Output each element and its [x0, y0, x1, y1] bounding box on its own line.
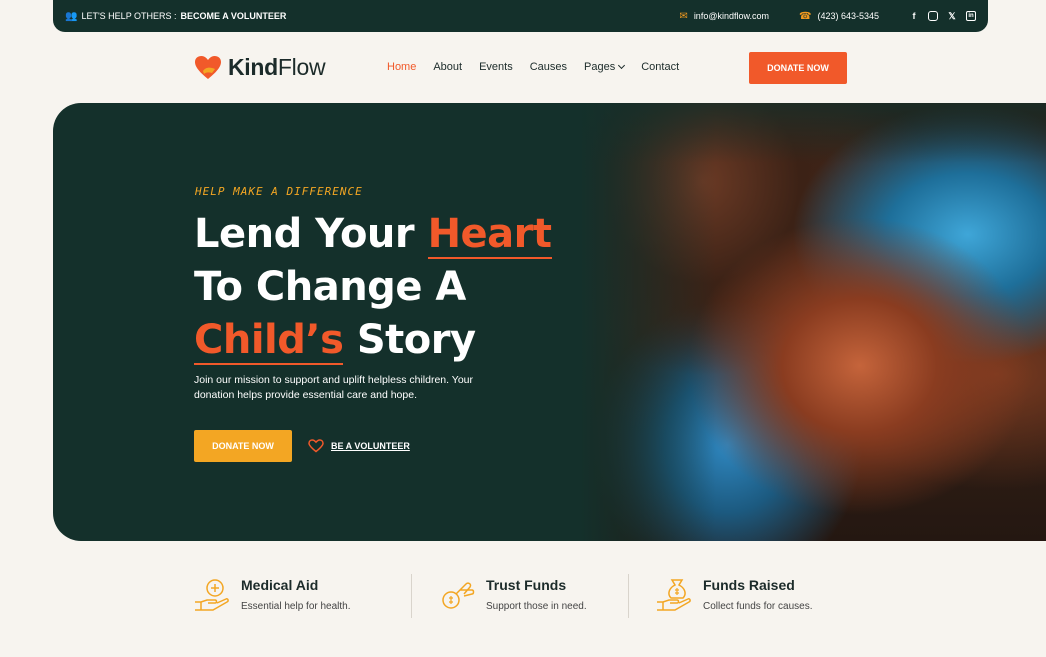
brand-name: KindFlow: [228, 54, 326, 81]
brand-name-light: Flow: [277, 54, 326, 80]
linkedin-icon[interactable]: in: [966, 11, 976, 21]
headline-heart: Heart: [427, 211, 552, 259]
nav-contact[interactable]: Contact: [641, 61, 679, 73]
callout-text: LET'S HELP OTHERS :: [81, 11, 177, 21]
nav-causes[interactable]: Causes: [530, 61, 567, 73]
be-volunteer-label: BE A VOLUNTEER: [331, 441, 410, 451]
feature-title: Medical Aid: [241, 577, 319, 593]
feature-medical-aid: Medical Aid Essential help for health.: [193, 572, 351, 614]
nav-home[interactable]: Home: [387, 61, 416, 73]
donate-now-button[interactable]: DONATE NOW: [749, 52, 847, 84]
headline-childs: Child’s: [194, 317, 344, 365]
chevron-down-icon: [618, 61, 626, 70]
hero-fade-top-overlay: [556, 103, 1046, 163]
instagram-icon[interactable]: [928, 11, 938, 21]
feature-subtitle: Collect funds for causes.: [703, 601, 813, 612]
heart-outline-icon: [308, 439, 324, 453]
email-contact[interactable]: ✉ info@kindflow.com: [679, 11, 769, 22]
social-links: f 𝕏 in: [909, 11, 976, 21]
feature-trust-funds: Trust Funds Support those in need.: [438, 572, 587, 614]
nav-about[interactable]: About: [433, 61, 462, 73]
volunteer-callout[interactable]: 👥 LET'S HELP OTHERS : BECOME A VOLUNTEER: [65, 11, 286, 22]
headline-line2: To Change A: [194, 264, 466, 310]
funds-raised-icon: [657, 579, 691, 611]
feature-title: Trust Funds: [486, 577, 567, 593]
main-nav: Home About Events Causes Pages Contact: [387, 61, 679, 73]
nav-pages[interactable]: Pages: [584, 61, 626, 73]
feature-subtitle: Support those in need.: [486, 601, 587, 612]
phone-text[interactable]: (423) 643-5345: [817, 11, 879, 21]
hero-description: Join our mission to support and uplift h…: [194, 374, 473, 401]
hero-kicker: HELP MAKE A DIFFERENCE: [195, 185, 363, 198]
be-volunteer-link[interactable]: BE A VOLUNTEER: [308, 439, 410, 453]
site-logo[interactable]: KindFlow: [194, 54, 326, 81]
nav-pages-label: Pages: [584, 61, 616, 73]
brand-name-bold: Kind: [228, 54, 278, 80]
phone-icon: ☎: [798, 10, 812, 22]
feature-subtitle: Essential help for health.: [241, 601, 351, 612]
hero-headline: Lend Your Heart To Change A Child’s Stor…: [194, 208, 552, 367]
headline-line1: Lend Your: [194, 211, 428, 257]
trust-funds-icon: [442, 582, 475, 609]
heart-logo-icon: [195, 55, 221, 79]
hero-fade-overlay: [556, 103, 716, 541]
headline-story: Story: [343, 317, 476, 363]
x-icon[interactable]: 𝕏: [947, 11, 957, 21]
hero-section: HELP MAKE A DIFFERENCE Lend Your Heart T…: [53, 103, 1046, 541]
feature-divider: [411, 574, 412, 618]
medical-aid-icon: [195, 579, 229, 611]
nav-events[interactable]: Events: [479, 61, 513, 73]
callout-link[interactable]: BECOME A VOLUNTEER: [181, 11, 287, 21]
features-row: Medical Aid Essential help for health. T…: [193, 572, 843, 620]
feature-title: Funds Raised: [703, 577, 795, 593]
feature-funds-raised: Funds Raised Collect funds for causes.: [655, 572, 813, 614]
hero-donate-button[interactable]: DONATE NOW: [194, 430, 292, 462]
email-text[interactable]: info@kindflow.com: [694, 11, 769, 21]
facebook-icon[interactable]: f: [909, 11, 919, 21]
envelope-icon: ✉: [679, 10, 688, 22]
people-icon: 👥: [65, 10, 78, 22]
feature-divider: [628, 574, 629, 618]
phone-contact[interactable]: ☎ (423) 643-5345: [799, 11, 879, 22]
top-bar: 👥 LET'S HELP OTHERS : BECOME A VOLUNTEER…: [53, 0, 988, 32]
